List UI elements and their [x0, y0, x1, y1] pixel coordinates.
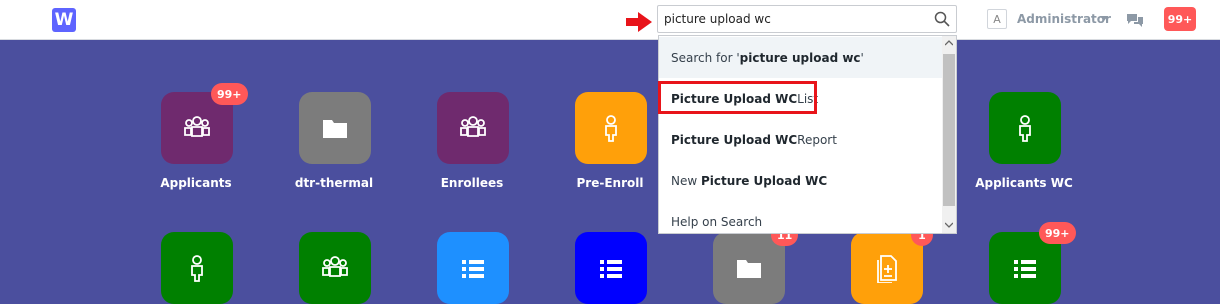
navbar: W A Administrator 99+	[0, 0, 1220, 40]
result-bold: Picture Upload WC	[671, 132, 798, 147]
module-tile[interactable]	[299, 232, 371, 304]
search-box[interactable]	[657, 5, 957, 33]
app-logo[interactable]: W	[52, 8, 76, 32]
chat-icon[interactable]	[1126, 11, 1144, 29]
list-icon	[462, 260, 484, 278]
module-tile[interactable]	[575, 232, 647, 304]
search-dropdown: Search for ' picture upload wc ' Picture U…	[658, 35, 957, 234]
scroll-thumb[interactable]	[943, 54, 955, 206]
users-icon	[184, 116, 210, 137]
chevron-down-icon[interactable]	[1100, 16, 1108, 21]
list-icon	[600, 260, 622, 278]
result-rest: Report	[797, 132, 837, 147]
help-on-search-item[interactable]: Help on Search	[659, 201, 942, 233]
help-label: Help on Search	[671, 214, 763, 229]
module-tile[interactable]	[851, 232, 923, 304]
module-tile[interactable]	[161, 232, 233, 304]
result-new-item[interactable]: New Picture Upload WC	[659, 160, 942, 201]
result-bold: Picture Upload WC	[701, 173, 828, 188]
search-for-item[interactable]: Search for ' picture upload wc '	[659, 37, 942, 78]
result-report-item[interactable]: Picture Upload WC Report	[659, 119, 942, 160]
module-label[interactable]: Applicants WC	[954, 176, 1094, 190]
search-for-suffix: '	[860, 50, 864, 65]
user-icon	[191, 255, 203, 282]
highlight-box-annotation	[658, 81, 817, 114]
module-applicants-wc[interactable]	[989, 92, 1061, 164]
scroll-up-icon[interactable]	[945, 39, 953, 47]
folder-icon	[323, 120, 347, 138]
user-icon	[1019, 115, 1031, 142]
document-icon	[877, 255, 897, 283]
search-icon[interactable]	[934, 11, 950, 27]
module-badge: 99+	[211, 83, 248, 105]
red-arrow-annotation	[626, 12, 652, 32]
dropdown-scrollbar[interactable]	[942, 36, 956, 233]
user-icon	[605, 115, 617, 142]
module-tile[interactable]	[437, 232, 509, 304]
module-badge: 99+	[1039, 222, 1076, 244]
module-label[interactable]: Enrollees	[402, 176, 542, 190]
scroll-down-icon[interactable]	[945, 221, 953, 229]
search-for-term: picture upload wc	[739, 50, 861, 65]
avatar-initial: A	[993, 12, 1001, 26]
users-icon	[460, 116, 486, 137]
folder-icon	[737, 260, 761, 278]
users-icon	[322, 256, 348, 277]
user-menu[interactable]: Administrator	[1017, 12, 1111, 26]
module-label[interactable]: Applicants	[126, 176, 266, 190]
module-label[interactable]: dtr-thermal	[264, 176, 404, 190]
search-input[interactable]	[664, 10, 924, 28]
avatar[interactable]: A	[987, 9, 1007, 29]
module-dtr-thermal[interactable]	[299, 92, 371, 164]
module-pre-enroll[interactable]	[575, 92, 647, 164]
logo-letter: W	[54, 10, 74, 30]
notifications-badge[interactable]: 99+	[1164, 7, 1196, 31]
list-icon	[1014, 260, 1036, 278]
search-for-prefix: Search for '	[671, 50, 740, 65]
result-lead: New	[671, 173, 698, 188]
module-enrollees[interactable]	[437, 92, 509, 164]
